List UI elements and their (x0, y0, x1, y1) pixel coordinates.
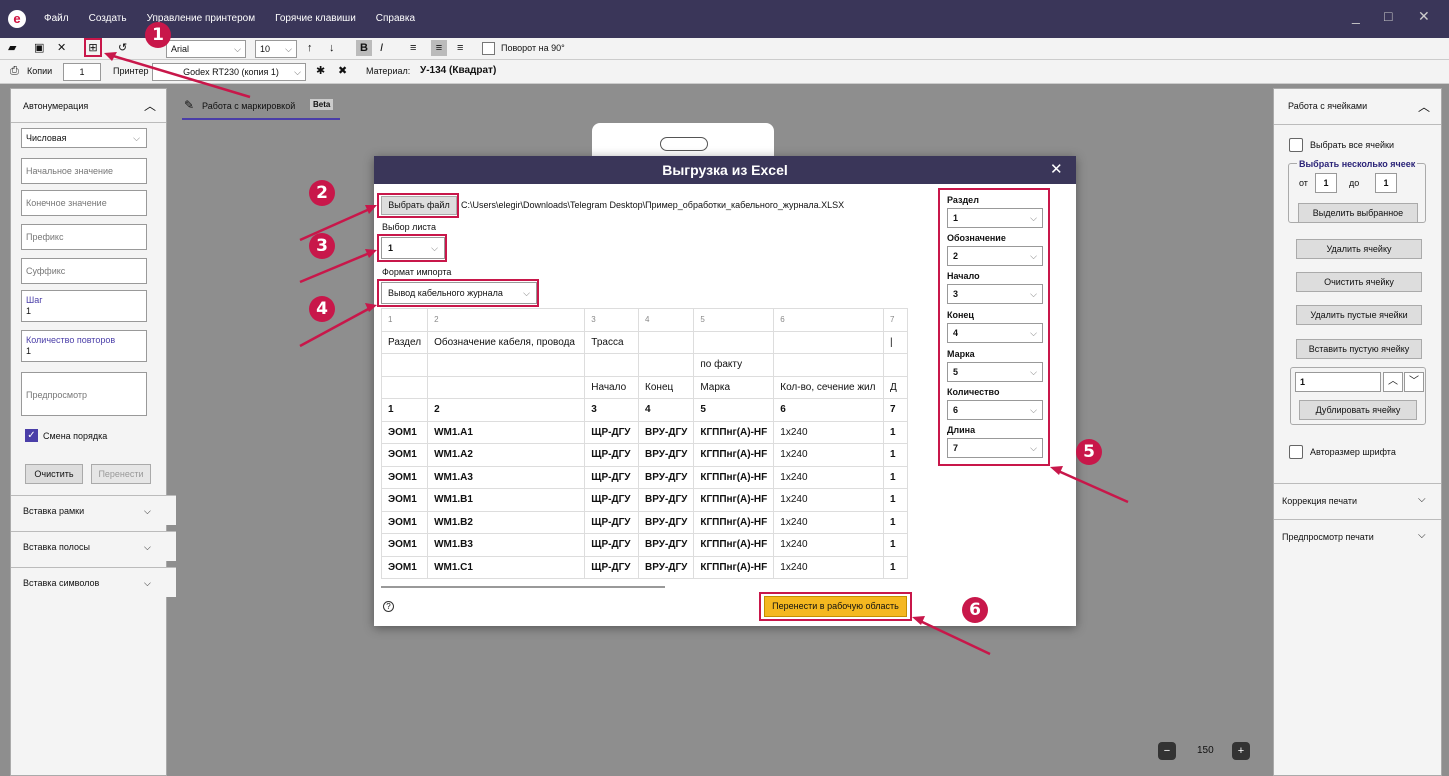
arrow-6 (917, 618, 991, 656)
badge-1: 1 (145, 22, 171, 48)
arrowhead-5 (1050, 466, 1063, 475)
arrow-5 (1055, 468, 1129, 504)
badge-3: 3 (309, 233, 335, 259)
annotation-arrows (104, 52, 1129, 656)
arrow-3 (299, 250, 373, 284)
badge-6: 6 (962, 597, 988, 623)
arrow-2 (299, 206, 373, 242)
badge-5: 5 (1076, 439, 1102, 465)
badge-2: 2 (309, 180, 335, 206)
badge-4: 4 (309, 296, 335, 322)
arrow-1 (109, 53, 251, 99)
